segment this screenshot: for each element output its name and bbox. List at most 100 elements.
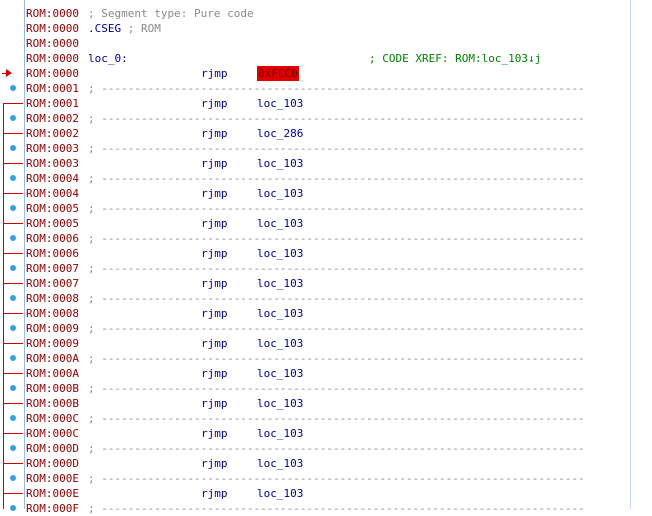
instruction-mnemonic: rjmp [201,187,228,200]
flow-node-dot [10,115,16,121]
address: ROM:0009 [26,337,79,350]
listing-line[interactable]: ROM:0009 ; ------------------------------… [26,321,630,336]
listing-line[interactable]: ROM:000B ; ------------------------------… [26,381,630,396]
flow-node-dot [10,295,16,301]
branch-line [3,223,23,224]
listing-line[interactable]: ROM:0005 ; ------------------------------… [26,201,630,216]
address: ROM:000E [26,487,79,500]
listing-line[interactable]: ROM:0001 rjmp loc_103 [26,96,630,111]
listing-line[interactable]: ROM:0001 ; ------------------------------… [26,81,630,96]
address: ROM:000C [26,427,79,440]
flow-node-dot [10,415,16,421]
jump-target-operand[interactable]: loc_103 [257,156,303,171]
jump-target-operand[interactable]: loc_103 [257,396,303,411]
listing-line[interactable]: ROM:0003 ; ------------------------------… [26,141,630,156]
listing-line[interactable]: ROM:0000 loc_0: ; CODE XREF: ROM:loc_103↓j [26,51,630,66]
jump-target-operand[interactable]: loc_103 [257,336,303,351]
jump-target-operand[interactable]: loc_103 [257,426,303,441]
flow-node-dot [10,445,16,451]
branch-line [3,313,23,314]
jump-target-operand[interactable]: loc_103 [257,486,303,501]
flow-node-dot [10,475,16,481]
listing-line[interactable]: ROM:0007 rjmp loc_103 [26,276,630,291]
address: ROM:0004 [26,187,79,200]
listing-line[interactable]: ROM:0006 ; ------------------------------… [26,231,630,246]
listing-line[interactable]: ROM:000C ; ------------------------------… [26,411,630,426]
address: ROM:0002 [26,112,79,125]
listing-line[interactable]: ROM:0002 ; ------------------------------… [26,111,630,126]
listing-line[interactable]: ROM:0005 rjmp loc_103 [26,216,630,231]
jump-target-operand[interactable]: loc_103 [257,276,303,291]
branch-line [3,283,23,284]
listing-line[interactable]: ROM:000A rjmp loc_103 [26,366,630,381]
flow-node-dot [10,205,16,211]
code-xref-comment[interactable]: ; CODE XREF: ROM:loc_103↓j [369,51,541,66]
listing-line[interactable]: ROM:0000 .CSEG ; ROM [26,21,630,36]
highlighted-operand[interactable]: 0xFCC0 [257,66,299,81]
instruction-mnemonic: rjmp [201,367,228,380]
separator-comment: ; --------------------------------------… [88,322,585,335]
branch-line [3,103,23,104]
flow-node-dot [10,325,16,331]
directive: .CSEG [88,22,122,35]
jump-target-operand[interactable]: loc_286 [257,126,303,141]
separator-comment: ; --------------------------------------… [88,412,585,425]
separator-comment: ; --------------------------------------… [88,232,585,245]
jump-target-operand[interactable]: loc_103 [257,306,303,321]
listing-line[interactable]: ROM:000D rjmp loc_103 [26,456,630,471]
listing-line[interactable]: ROM:0000 ; Segment type: Pure code [26,6,630,21]
jump-target-operand[interactable]: loc_103 [257,186,303,201]
instruction-mnemonic: rjmp [201,397,228,410]
listing-line[interactable]: ROM:0004 ; ------------------------------… [26,171,630,186]
address: ROM:0001 [26,97,79,110]
instruction-mnemonic: rjmp [201,337,228,350]
address: ROM:000D [26,457,79,470]
address: ROM:000A [26,367,79,380]
branch-line [3,133,23,134]
instruction-mnemonic: rjmp [201,277,228,290]
branch-line [3,163,23,164]
listing-line[interactable]: ROM:000C rjmp loc_103 [26,426,630,441]
jump-target-operand[interactable]: loc_103 [257,96,303,111]
jump-target-operand[interactable]: loc_103 [257,366,303,381]
listing-line[interactable]: ROM:000D ; ------------------------------… [26,441,630,456]
address: ROM:0000 [26,52,79,65]
listing-line[interactable]: ROM:0007 ; ------------------------------… [26,261,630,276]
listing-line[interactable]: ROM:0006 rjmp loc_103 [26,246,630,261]
listing-line[interactable]: ROM:000B rjmp loc_103 [26,396,630,411]
disassembly-listing[interactable]: ROM:0000; Segment type: Pure code ROM:000… [26,6,630,516]
listing-line[interactable]: ROM:000A ; ------------------------------… [26,351,630,366]
listing-line[interactable]: ROM:0008 ; ------------------------------… [26,291,630,306]
listing-line[interactable]: ROM:0002 rjmp loc_286 [26,126,630,141]
jump-target-operand[interactable]: loc_103 [257,216,303,231]
directive-comment: ; ROM [121,22,161,35]
instruction-mnemonic: rjmp [201,307,228,320]
listing-line[interactable]: ROM:000E rjmp loc_103 [26,486,630,501]
instruction-mnemonic: rjmp [201,247,228,260]
flow-node-dot [10,235,16,241]
jump-target-operand[interactable]: loc_103 [257,456,303,471]
listing-line[interactable]: ROM:0000 [26,36,630,51]
separator-comment: ; --------------------------------------… [88,292,585,305]
address: ROM:0000 [26,22,79,35]
branch-line [3,193,23,194]
branch-line [3,433,23,434]
right-margin-line [630,0,631,509]
address: ROM:0008 [26,292,79,305]
code-label[interactable]: loc_0: [88,52,128,65]
address: ROM:000B [26,382,79,395]
listing-line[interactable]: ROM:0003 rjmp loc_103 [26,156,630,171]
branch-line [3,463,23,464]
separator-comment: ; --------------------------------------… [88,382,585,395]
address: ROM:0000 [26,37,79,50]
jump-target-operand[interactable]: loc_103 [257,246,303,261]
comment-text: ; Segment type: Pure code [88,7,254,20]
listing-line[interactable]: ROM:0008 rjmp loc_103 [26,306,630,321]
address: ROM:0008 [26,307,79,320]
listing-line[interactable]: ROM:000E ; ------------------------------… [26,471,630,486]
address: ROM:0003 [26,157,79,170]
address: ROM:000C [26,412,79,425]
listing-line[interactable]: ROM:0000 rjmp 0xFCC0 [26,66,630,81]
listing-line[interactable]: ROM:0004 rjmp loc_103 [26,186,630,201]
listing-line[interactable]: ROM:0009 rjmp loc_103 [26,336,630,351]
